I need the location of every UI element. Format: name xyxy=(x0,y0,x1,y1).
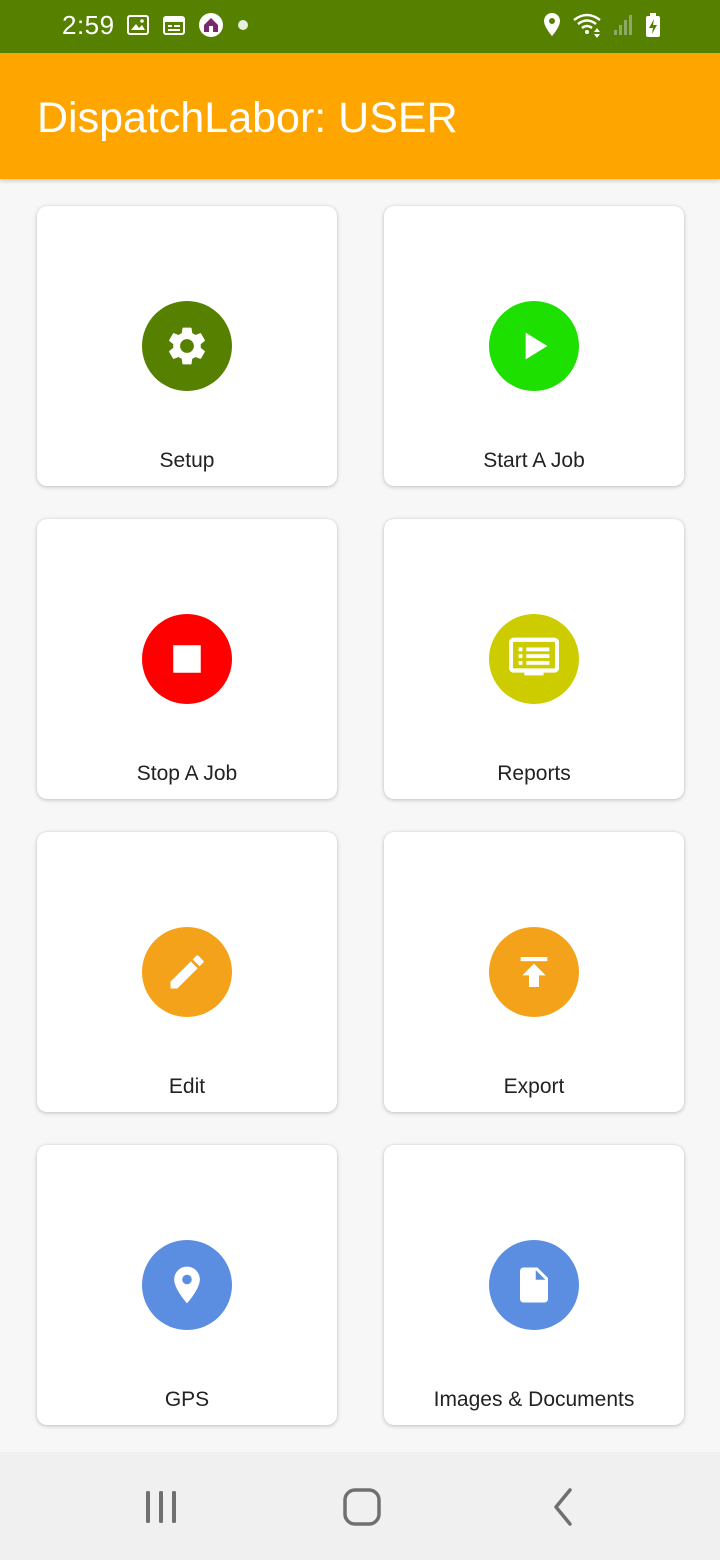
wifi-icon xyxy=(573,13,601,38)
calendar-icon xyxy=(163,16,185,35)
home-icon xyxy=(343,1488,381,1526)
gps-tile[interactable]: GPS xyxy=(37,1145,337,1425)
gear-icon xyxy=(169,327,205,365)
edit-icon-circle xyxy=(142,927,232,1017)
back-icon xyxy=(554,1488,572,1526)
gps-label: GPS xyxy=(164,1388,210,1411)
reports-tile[interactable]: Reports xyxy=(384,519,684,799)
setup-label: Setup xyxy=(159,449,215,472)
page-title: DispatchLabor: USER xyxy=(37,94,458,142)
stop-icon xyxy=(173,645,201,673)
reports-icon-circle xyxy=(489,614,579,704)
status-bar: 2:59 xyxy=(0,0,720,53)
status-notification-icons xyxy=(126,12,250,38)
edit-label: Edit xyxy=(168,1075,206,1098)
location-icon xyxy=(544,13,560,36)
edit-tile[interactable]: Edit xyxy=(37,832,337,1112)
images-documents-icon-circle xyxy=(489,1240,579,1330)
location-pin-icon xyxy=(174,1266,200,1304)
start-a-job-tile[interactable]: Start A Job xyxy=(384,206,684,486)
setup-tile[interactable]: Setup xyxy=(37,206,337,486)
back-button[interactable] xyxy=(534,1482,594,1532)
app-notification-icon xyxy=(199,13,223,37)
images-documents-label: Images & Documents xyxy=(433,1388,635,1411)
reports-label: Reports xyxy=(497,762,571,785)
status-system-icons xyxy=(542,12,662,38)
monitor-list-icon xyxy=(509,637,559,676)
stop-a-job-tile[interactable]: Stop A Job xyxy=(37,519,337,799)
pencil-icon xyxy=(170,955,204,989)
setup-icon-circle xyxy=(142,301,232,391)
export-tile[interactable]: Export xyxy=(384,832,684,1112)
recent-apps-button[interactable] xyxy=(131,1482,191,1532)
status-time: 2:59 xyxy=(62,10,115,40)
images-documents-tile[interactable]: Images & Documents xyxy=(384,1145,684,1425)
start-a-job-label: Start A Job xyxy=(483,449,585,472)
gps-icon-circle xyxy=(142,1240,232,1330)
recent-apps-icon xyxy=(146,1491,176,1523)
signal-icon xyxy=(614,15,632,35)
start-a-job-icon-circle xyxy=(489,301,579,391)
app-bar: DispatchLabor: USER xyxy=(0,53,720,179)
dot-icon xyxy=(238,20,248,30)
battery-charging-icon xyxy=(646,13,660,37)
document-icon xyxy=(520,1267,548,1303)
stop-a-job-icon-circle xyxy=(142,614,232,704)
home-button[interactable] xyxy=(332,1482,392,1532)
export-icon-circle xyxy=(489,927,579,1017)
gallery-icon xyxy=(127,15,149,35)
stop-a-job-label: Stop A Job xyxy=(136,762,238,785)
system-nav-bar xyxy=(0,1452,720,1560)
export-label: Export xyxy=(503,1075,565,1098)
play-icon xyxy=(525,332,548,360)
upload-icon xyxy=(520,957,548,987)
menu-grid: Setup Start A Job Stop A Job Reports Edi… xyxy=(0,179,720,1452)
